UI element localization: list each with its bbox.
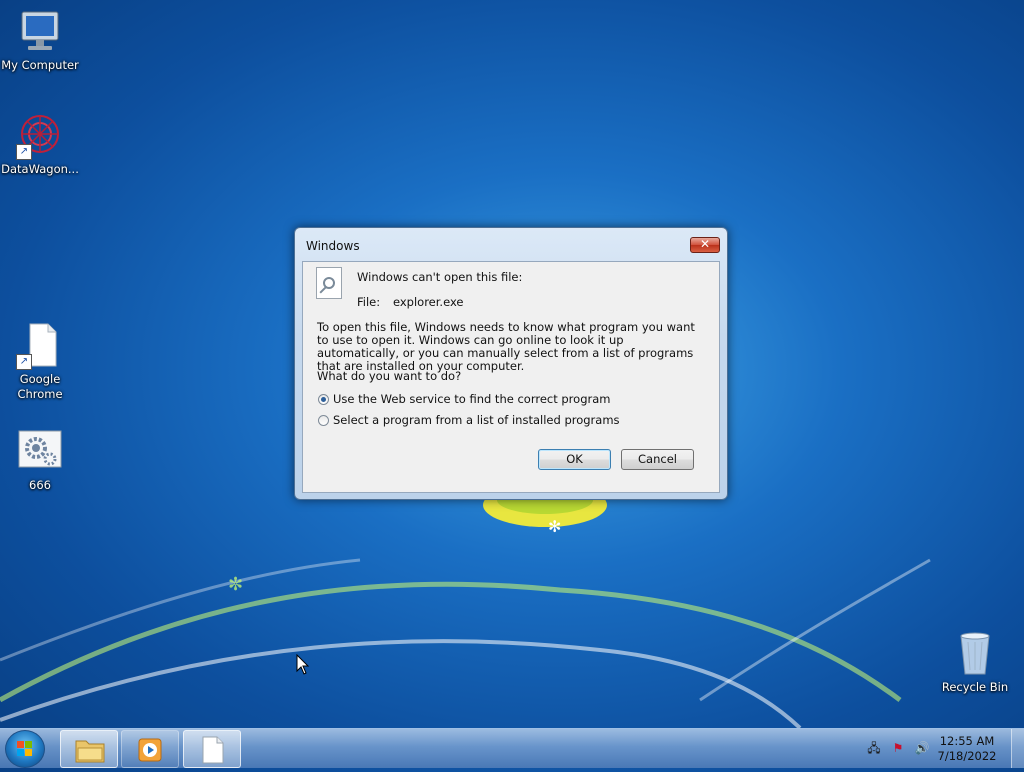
- desktop-icon-recycle-bin[interactable]: Recycle Bin: [935, 630, 1015, 695]
- shortcut-arrow-icon: ↗: [16, 354, 32, 370]
- desktop-icon-label: DataWagon...: [1, 162, 79, 176]
- svg-text:✻: ✻: [548, 517, 561, 536]
- taskbar: 🖧 ⚑ 🔊 12:55 AM 7/18/2022: [0, 728, 1024, 768]
- desktop-icon-label: 666: [29, 478, 51, 492]
- taskbar-button-document[interactable]: [183, 730, 241, 768]
- shortcut-arrow-icon: ↗: [16, 144, 32, 160]
- file-search-icon: [316, 267, 342, 299]
- taskbar-button-explorer[interactable]: [60, 730, 118, 768]
- file-name: explorer.exe: [393, 295, 464, 309]
- close-icon: ✕: [699, 237, 711, 251]
- option-label[interactable]: Use the Web service to find the correct …: [333, 392, 610, 406]
- desktop-icon-label: My Computer: [1, 58, 79, 72]
- radio-web-service[interactable]: [318, 394, 329, 405]
- desktop-icon-label: Recycle Bin: [941, 680, 1009, 694]
- dialog-heading: Windows can't open this file:: [357, 270, 523, 284]
- desktop-icon-google-chrome[interactable]: ↗ Google Chrome: [0, 322, 80, 402]
- settings-gear-icon: [16, 428, 64, 476]
- open-with-dialog: Windows ✕ Windows can't open this file: …: [294, 227, 728, 500]
- start-button[interactable]: [5, 730, 45, 768]
- computer-icon: [16, 8, 64, 56]
- dialog-description: To open this file, Windows needs to know…: [317, 320, 695, 373]
- folder-icon: [75, 740, 105, 763]
- clock-time: 12:55 AM: [939, 734, 995, 748]
- file-label: File:: [357, 295, 381, 309]
- svg-text:✼: ✼: [228, 574, 243, 595]
- show-desktop-button[interactable]: [1011, 729, 1024, 768]
- clock[interactable]: 12:55 AM 7/18/2022: [932, 734, 1002, 764]
- dialog-title: Windows: [306, 239, 360, 253]
- desktop-icon-label: Google Chrome: [17, 372, 63, 401]
- media-player-icon: [138, 738, 162, 762]
- clock-date: 7/18/2022: [937, 749, 997, 763]
- action-center-flag-icon[interactable]: ⚑: [890, 741, 906, 755]
- desktop-icon-my-computer[interactable]: My Computer: [0, 8, 80, 73]
- radio-installed-programs[interactable]: [318, 415, 329, 426]
- chrome-shortcut-icon: ↗: [16, 322, 64, 370]
- ok-button[interactable]: OK: [538, 449, 611, 470]
- datawagon-icon: ↗: [16, 112, 64, 160]
- desktop-icon-666[interactable]: 666: [0, 428, 80, 493]
- document-icon: [202, 736, 224, 764]
- volume-icon[interactable]: 🔊: [914, 741, 930, 755]
- windows-logo-icon: [17, 741, 33, 757]
- cancel-button[interactable]: Cancel: [621, 449, 694, 470]
- dialog-titlebar[interactable]: Windows ✕: [295, 228, 727, 261]
- dialog-question: What do you want to do?: [317, 369, 462, 383]
- network-icon[interactable]: 🖧: [866, 741, 882, 755]
- taskbar-button-media-player[interactable]: [121, 730, 179, 768]
- option-label[interactable]: Select a program from a list of installe…: [333, 413, 620, 427]
- recycle-bin-icon: [951, 630, 999, 678]
- mouse-cursor-icon: [296, 654, 310, 675]
- close-button[interactable]: ✕: [690, 237, 720, 253]
- dialog-content: Windows can't open this file: File: expl…: [302, 261, 720, 493]
- desktop-icon-datawagon[interactable]: ↗ DataWagon...: [0, 112, 80, 177]
